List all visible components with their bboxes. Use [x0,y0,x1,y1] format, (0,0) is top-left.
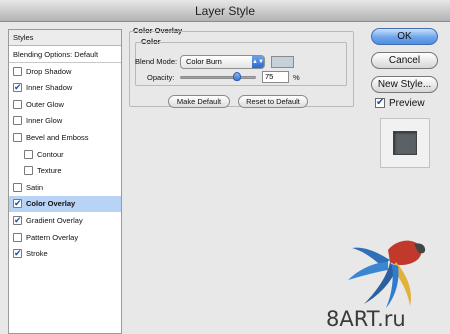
parrot-logo-icon [348,240,426,308]
opacity-unit: % [293,73,300,82]
sidebar-item-label: Color Overlay [26,199,76,209]
sidebar-item-label: Outer Glow [26,99,64,109]
sidebar-item-label: Bevel and Emboss [26,133,89,142]
sidebar-item-texture[interactable]: Texture [9,163,121,179]
styles-list: Styles Blending Options: Default Drop Sha… [8,29,122,334]
sidebar-item-checkbox[interactable] [13,133,22,142]
blend-mode-label: Blend Mode: [135,57,178,66]
sidebar-item-checkbox[interactable]: ✔ [13,249,22,259]
sidebar-item-label: Blending Options: Default [13,50,99,59]
style-preview [380,118,430,168]
preview-checkbox[interactable]: ✔ [375,98,385,108]
sidebar-item-label: Stroke [26,249,48,259]
sidebar-item-label: Texture [37,166,62,176]
sidebar-item-label: Pattern Overlay [26,232,79,242]
sidebar-item-bevel-and-emboss[interactable]: Bevel and Emboss [9,130,121,146]
sidebar-item-checkbox[interactable] [13,66,22,76]
opacity-label: Opacity: [147,73,175,82]
sidebar-item-checkbox[interactable] [13,232,22,242]
styles-header[interactable]: Styles [9,30,121,46]
sidebar-item-checkbox[interactable] [13,99,22,109]
window-title: Layer Style [0,0,450,22]
styles-header-label: Styles [13,33,34,42]
sidebar-item-stroke[interactable]: ✔ Stroke [9,246,121,262]
sidebar-item-inner-glow[interactable]: Inner Glow [9,113,121,129]
watermark-text: 8ART.ru [326,307,406,331]
sidebar-item-checkbox[interactable] [24,166,33,176]
opacity-slider[interactable] [180,72,256,81]
new-style-button[interactable]: New Style... [371,76,438,93]
sidebar-item-outer-glow[interactable]: Outer Glow [9,97,121,113]
cancel-button[interactable]: Cancel [371,52,438,69]
blend-mode-select[interactable]: Color Burn ▲▼ [180,55,265,69]
blend-mode-value: Color Burn [186,57,222,66]
chevron-updown-icon: ▲▼ [252,56,264,68]
reset-to-default-button[interactable]: Reset to Default [238,95,308,108]
sidebar-item-drop-shadow[interactable]: Drop Shadow [9,64,121,80]
make-default-button[interactable]: Make Default [168,95,230,108]
ok-button[interactable]: OK [371,28,438,45]
sidebar-item-label: Contour [37,149,64,159]
sidebar-item-label: Inner Shadow [26,83,73,93]
sidebar-item-label: Satin [26,182,44,192]
sidebar-item-label: Gradient Overlay [26,216,83,225]
opacity-slider-fill [181,77,237,78]
sidebar-item-gradient-overlay[interactable]: ✔ Gradient Overlay [9,213,121,229]
sidebar-item-checkbox[interactable] [24,149,33,159]
sidebar-item-inner-shadow[interactable]: ✔ Inner Shadow [9,80,121,96]
opacity-input[interactable]: 75 [262,71,289,83]
sidebar-item-checkbox[interactable] [13,182,22,192]
sidebar-item-checkbox[interactable]: ✔ [13,83,22,93]
sidebar-item-checkbox[interactable]: ✔ [13,216,22,225]
sidebar-item-label: Drop Shadow [26,66,72,76]
opacity-slider-thumb[interactable] [232,72,241,81]
sidebar-item-blending-options-default[interactable]: Blending Options: Default [9,47,121,63]
sidebar-item-color-overlay[interactable]: ✔ Color Overlay [9,196,121,213]
sidebar-item-checkbox[interactable]: ✔ [13,199,22,209]
sidebar-item-checkbox[interactable] [13,116,22,126]
overlay-color-swatch[interactable] [271,56,294,68]
sidebar-item-pattern-overlay[interactable]: Pattern Overlay [9,230,121,246]
preview-swatch [393,131,417,155]
preview-label: Preview [389,98,425,109]
sidebar-item-contour[interactable]: Contour [9,147,121,163]
sidebar-item-satin[interactable]: Satin [9,180,121,196]
sidebar-item-label: Inner Glow [26,116,63,126]
